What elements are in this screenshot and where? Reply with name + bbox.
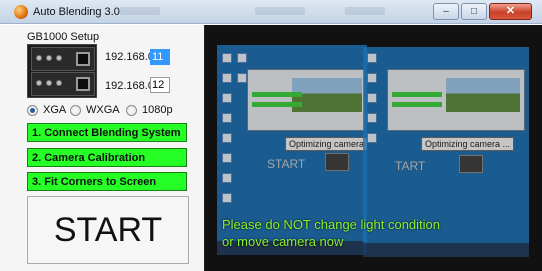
radio-unchecked-icon[interactable] xyxy=(126,104,137,116)
radio-checked-icon[interactable] xyxy=(27,104,38,116)
app-logo-icon xyxy=(14,5,28,19)
desktop-app-icon xyxy=(222,113,232,123)
radio-unchecked-icon[interactable] xyxy=(70,104,81,116)
control-panel: GB1000 Setup 192.168.0. 192.168.0. XGA W… xyxy=(0,25,204,271)
desktop-app-icon xyxy=(367,133,377,143)
faded-background-text xyxy=(345,7,385,15)
desktop-app-icon xyxy=(222,73,232,83)
radio-wxga[interactable]: WXGA xyxy=(70,103,120,117)
faded-background-text xyxy=(120,7,160,15)
desktop-app-icon xyxy=(222,53,232,63)
window-title: Auto Blending 3.0 xyxy=(33,6,120,18)
desktop-app-icon xyxy=(222,93,232,103)
setup-title: GB1000 Setup xyxy=(27,31,100,43)
ghost-app-window xyxy=(387,69,525,131)
radio-1080p[interactable]: 1080p xyxy=(126,103,173,117)
desktop-app-icon xyxy=(367,53,377,63)
desktop-app-icon xyxy=(367,93,377,103)
maximize-button[interactable]: □ xyxy=(461,3,487,20)
optimizing-dialog-right: Optimizing camera ... xyxy=(421,137,515,151)
desktop-app-icon xyxy=(222,193,232,203)
ip-last-octet-input-1[interactable] xyxy=(150,49,170,65)
ghost-app-window xyxy=(247,69,365,131)
desktop-app-icon xyxy=(222,173,232,183)
fit-corners-to-screen-button[interactable]: 3. Fit Corners to Screen xyxy=(27,172,187,191)
radio-wxga-label: WXGA xyxy=(86,104,120,116)
ghost-start-right: TART xyxy=(395,159,426,173)
optimizing-dialog-left: Optimizing camera ... xyxy=(285,137,367,151)
ghost-device-image xyxy=(459,155,483,173)
ghost-device-image xyxy=(325,153,349,171)
desktop-app-icon xyxy=(237,53,247,63)
ip-last-octet-input-2[interactable] xyxy=(150,77,170,93)
desktop-app-icon xyxy=(237,73,247,83)
minimize-button[interactable]: – xyxy=(433,3,459,20)
desktop-app-icon xyxy=(367,113,377,123)
camera-calibration-button[interactable]: 2. Camera Calibration xyxy=(27,148,187,167)
gb1000-device-image xyxy=(27,44,97,98)
warning-line-1: Please do NOT change light condition xyxy=(222,217,441,232)
ghost-start-left: START xyxy=(267,157,306,171)
radio-xga-label: XGA xyxy=(43,104,67,116)
radio-1080p-label: 1080p xyxy=(142,104,173,116)
close-button[interactable]: ✕ xyxy=(489,3,532,20)
desktop-app-icon xyxy=(367,73,377,83)
camera-preview: Optimizing camera ... START Optimizing c… xyxy=(204,25,542,271)
title-bar: Auto Blending 3.0 – □ ✕ xyxy=(0,0,542,24)
warning-message: Please do NOT change light condition or … xyxy=(222,216,522,250)
desktop-app-icon xyxy=(222,133,232,143)
desktop-app-icon xyxy=(222,153,232,163)
radio-xga[interactable]: XGA xyxy=(27,103,66,117)
faded-background-text xyxy=(255,7,305,15)
warning-line-2: or move camera now xyxy=(222,234,344,249)
connect-blending-system-button[interactable]: 1. Connect Blending System xyxy=(27,123,187,142)
start-button[interactable]: START xyxy=(27,196,189,264)
